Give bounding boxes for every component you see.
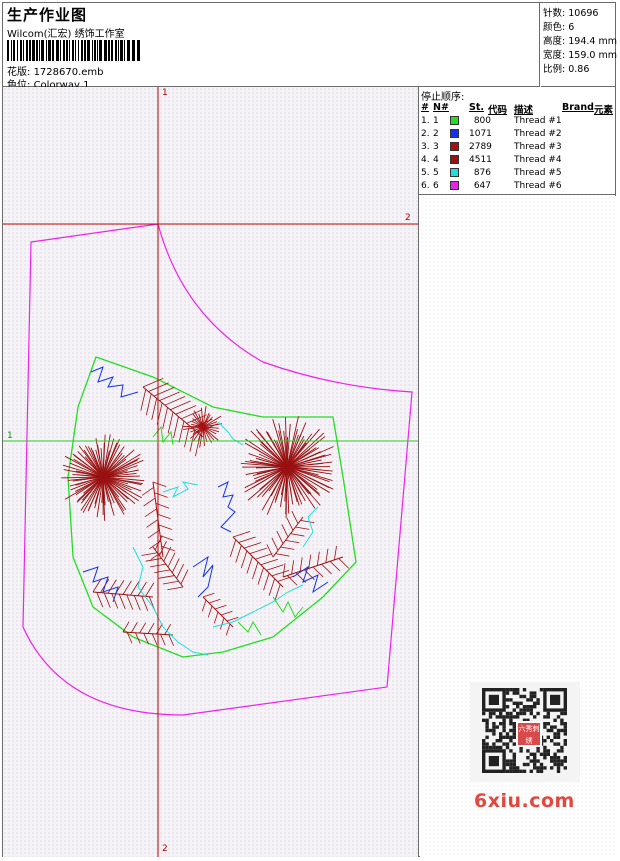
row-index: 6.: [421, 181, 430, 191]
seal-mark: 六秀刺绣: [516, 721, 542, 747]
table-row[interactable]: 2. 2 1071 Thread #2: [419, 129, 616, 142]
table-row[interactable]: 6. 6 647 Thread #6: [419, 181, 616, 194]
design-canvas[interactable]: 1 2 1 2: [3, 87, 419, 857]
row-description: Thread #1: [514, 116, 562, 126]
stat-value: 194.4 mm: [568, 36, 617, 47]
row-index: 3.: [421, 142, 430, 152]
row-number: 5: [433, 168, 439, 178]
col-element: 元素: [594, 105, 614, 116]
axis-label-left: 1: [7, 431, 13, 441]
row-index: 1.: [421, 116, 430, 126]
color-swatch: [450, 129, 459, 138]
table-row[interactable]: 4. 4 4511 Thread #4: [419, 155, 616, 168]
page-title: 生产作业图: [7, 6, 88, 24]
row-number: 3: [433, 142, 439, 152]
row-description: Thread #6: [514, 181, 562, 191]
col-desc: 描述: [514, 105, 534, 116]
stat-label: 高度:: [543, 36, 566, 47]
row-number: 2: [433, 129, 439, 139]
row-description: Thread #5: [514, 168, 562, 178]
row-stitches: 800: [473, 116, 491, 126]
row-index: 5.: [421, 168, 430, 178]
col-st: St.: [469, 102, 484, 113]
row-stitches: 1071: [469, 129, 492, 139]
color-swatch: [450, 155, 459, 164]
barcode-icon: [7, 40, 140, 61]
stats-panel: 针数: 10696 颜色: 6 高度: 194.4 mm 宽度: 159.0 m…: [541, 3, 617, 87]
col-hash: #: [421, 102, 429, 113]
header-panel: 生产作业图 Wilcom(汇宏) 绣饰工作室 花版: 1728670.emb 色…: [3, 3, 540, 91]
stat-color-count: 颜色: 6: [543, 19, 574, 33]
flower-artwork: [61, 366, 349, 656]
stat-label: 比例:: [543, 64, 566, 75]
stat-value: 159.0 mm: [568, 50, 617, 61]
table-row[interactable]: 1. 1 800 Thread #1: [419, 116, 616, 129]
row-number: 4: [433, 155, 439, 165]
outline-shape: [22, 223, 413, 716]
stat-label: 颜色:: [543, 22, 566, 33]
stat-stitch-count: 针数: 10696: [543, 5, 598, 19]
axis-label-top: 1: [162, 88, 168, 98]
axis-label-bottom: 2: [162, 844, 168, 854]
row-description: Thread #2: [514, 129, 562, 139]
row-stitches: 647: [473, 181, 491, 191]
row-description: Thread #4: [514, 155, 562, 165]
stat-width: 宽度: 159.0 mm: [543, 47, 617, 61]
row-stitches: 876: [473, 168, 491, 178]
row-description: Thread #3: [514, 142, 562, 152]
col-code: 代码: [488, 105, 508, 116]
stat-value: 10696: [568, 8, 599, 19]
col-number: N#: [433, 102, 449, 113]
row-index: 2.: [421, 129, 430, 139]
color-swatch: [450, 116, 459, 125]
studio-name: Wilcom(汇宏) 绣饰工作室: [7, 29, 125, 40]
row-number: 1: [433, 116, 439, 126]
table-row[interactable]: 3. 3 2789 Thread #3: [419, 142, 616, 155]
stop-sequence-panel: 停止顺序: # N# St. 代码 描述 Brand 元素 1. 1 800 T…: [419, 87, 616, 195]
table-row[interactable]: 5. 5 876 Thread #5: [419, 168, 616, 181]
stop-sequence-title: 停止顺序:: [421, 92, 465, 103]
stat-scale: 比例: 0.86: [543, 61, 589, 75]
stat-label: 针数:: [543, 8, 566, 19]
embroidery-preview: [3, 87, 418, 857]
row-stitches: 2789: [469, 142, 492, 152]
row-number: 6: [433, 181, 439, 191]
stat-value: 0.86: [568, 64, 590, 75]
col-brand: Brand: [562, 102, 594, 113]
color-swatch: [450, 168, 459, 177]
stat-height: 高度: 194.4 mm: [543, 33, 617, 47]
color-swatch: [450, 181, 459, 190]
axis-label-right: 2: [405, 213, 411, 223]
row-stitches: 4511: [469, 155, 492, 165]
stat-label: 宽度:: [543, 50, 566, 61]
stat-value: 6: [568, 22, 575, 33]
color-swatch: [450, 142, 459, 151]
row-index: 4.: [421, 155, 430, 165]
watermark-brand: 6xiu.com: [474, 790, 575, 812]
